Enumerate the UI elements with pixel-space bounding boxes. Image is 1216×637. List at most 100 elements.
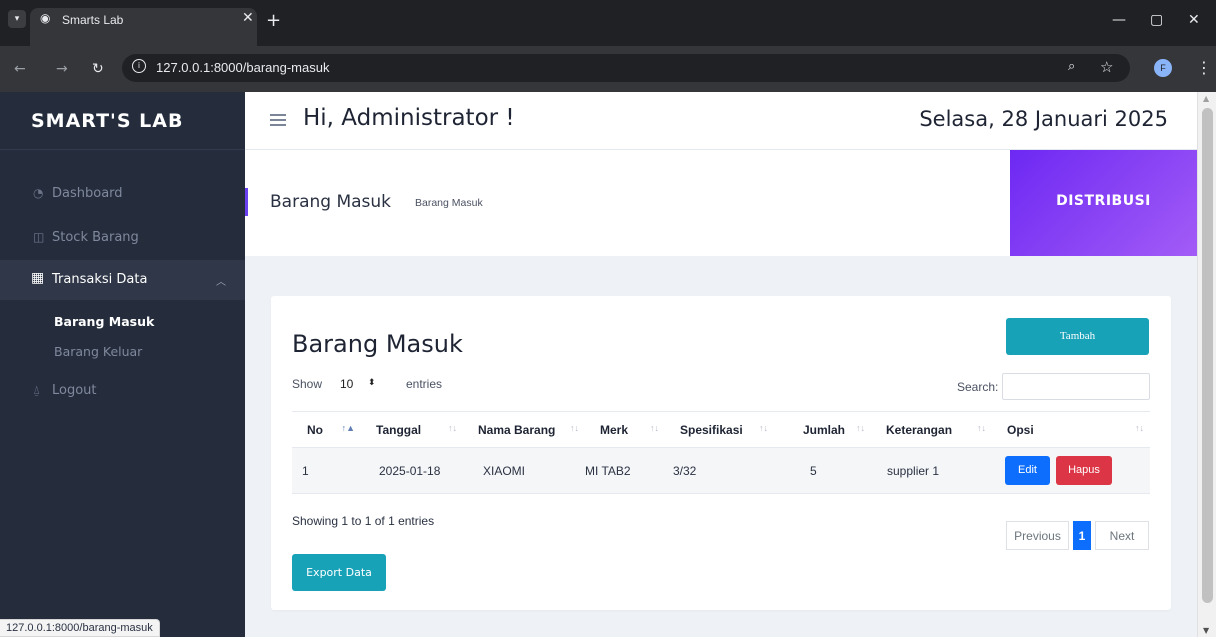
sidebar-item-transaksi-data[interactable]: ▦ Transaksi Data ︿ (0, 260, 245, 300)
previous-page-button[interactable]: Previous (1006, 521, 1069, 550)
current-date: Selasa, 28 Januari 2025 (919, 107, 1168, 131)
logout-icon: ⍙ (33, 383, 41, 397)
column-label: Opsi (1007, 422, 1034, 437)
sidebar-item-logout[interactable]: ⍙ Logout (0, 371, 245, 411)
sort-icon: ↑↓ (570, 423, 579, 433)
sidebar-item-dashboard[interactable]: ◔ Dashboard (0, 174, 245, 214)
show-label: Show (292, 377, 323, 391)
column-label: Jumlah (803, 422, 846, 437)
sidebar-item-label: Stock Barang (52, 230, 139, 245)
zoom-icon[interactable]: ⌕ (1068, 59, 1075, 74)
top-navbar: Hi, Administrator ! Selasa, 28 Januari 2… (245, 92, 1197, 150)
chevron-up-icon: ︿ (216, 277, 226, 288)
sidebar-item-label: Logout (52, 383, 97, 398)
column-header-keterangan[interactable]: Keterangan ↑↓ (871, 411, 992, 448)
page-1-button[interactable]: 1 (1073, 521, 1091, 550)
breadcrumb: Barang Masuk (415, 197, 483, 209)
column-label: Merk (600, 422, 629, 437)
sort-icon: ↑↓ (448, 423, 457, 433)
sort-icon: ↑↓ (759, 423, 768, 433)
entries-select-value: 10 (340, 377, 354, 391)
sidebar-item-stock-barang[interactable]: ◫ Stock Barang (0, 218, 245, 258)
column-header-jumlah[interactable]: Jumlah ↑↓ (774, 411, 871, 448)
column-header-spesifikasi[interactable]: Spesifikasi ↑↓ (665, 411, 774, 448)
entries-select[interactable]: 10 ⬍ (328, 374, 392, 396)
column-header-tanggal[interactable]: Tanggal ↑↓ (361, 411, 463, 448)
add-button[interactable]: Tambah (1006, 318, 1149, 355)
column-label: Spesifikasi (680, 422, 743, 437)
forward-icon[interactable]: → (56, 61, 68, 77)
site-info-icon[interactable]: i (132, 59, 146, 73)
cell-jumlah: 5 (774, 447, 871, 494)
page-title: Barang Masuk (270, 192, 392, 212)
profile-avatar[interactable]: F (1154, 59, 1172, 77)
table-row: 1 2025-01-18 XIAOMI MI TAB2 3/32 5 suppl… (292, 447, 1150, 494)
url-text[interactable]: 127.0.0.1:8000/barang-masuk (156, 60, 329, 75)
box-icon: ◫ (33, 230, 45, 244)
greeting-text: Hi, Administrator ! (303, 105, 515, 131)
status-bar-url: 127.0.0.1:8000/barang-masuk (0, 619, 160, 637)
table-info: Showing 1 to 1 of 1 entries (292, 514, 435, 528)
card-title: Barang Masuk (292, 330, 463, 358)
sidebar-item-label: Dashboard (52, 186, 123, 201)
search-label: Search: (957, 380, 999, 394)
new-tab-icon[interactable]: + (266, 10, 281, 31)
sidebar-item-label: Transaksi Data (52, 272, 148, 287)
sidebar: SMART'S LAB ◔ Dashboard ◫ Stock Barang ▦… (0, 92, 245, 637)
main-content: Hi, Administrator ! Selasa, 28 Januari 2… (245, 92, 1197, 637)
sort-icon: ↑↓ (977, 423, 986, 433)
column-header-opsi[interactable]: Opsi ↑↓ (992, 411, 1150, 448)
search-input[interactable] (1002, 373, 1150, 400)
browser-toolbar: ← → ↻ i 127.0.0.1:8000/barang-masuk ⌕ ☆ … (0, 46, 1216, 92)
column-label: No (307, 422, 323, 437)
back-icon[interactable]: ← (14, 61, 26, 77)
active-indicator (245, 188, 248, 216)
scroll-down-icon[interactable]: ▼ (1203, 626, 1209, 635)
distribusi-banner: DISTRIBUSI (1010, 150, 1197, 256)
reload-icon[interactable]: ↻ (92, 61, 104, 77)
select-arrows-icon: ⬍ (368, 377, 376, 387)
hamburger-menu-icon[interactable] (270, 114, 286, 126)
export-data-button[interactable]: Export Data (292, 554, 386, 591)
sidebar-subitem-barang-masuk[interactable]: Barang Masuk (54, 314, 154, 329)
next-page-button[interactable]: Next (1095, 521, 1149, 550)
scroll-up-icon[interactable]: ▲ (1203, 94, 1209, 103)
browser-menu-icon[interactable]: ⋮ (1196, 58, 1212, 77)
edit-button[interactable]: Edit (1005, 456, 1050, 485)
cell-no: 1 (292, 447, 361, 494)
vertical-scrollbar[interactable]: ▲ ▼ (1197, 92, 1216, 637)
page-viewport: SMART'S LAB ◔ Dashboard ◫ Stock Barang ▦… (0, 92, 1216, 637)
dashboard-icon: ◔ (33, 186, 44, 200)
close-window-icon[interactable]: ✕ (1188, 12, 1200, 28)
cell-nama-barang: XIAOMI (463, 447, 585, 494)
cell-opsi: Edit Hapus (992, 447, 1150, 494)
cell-tanggal: 2025-01-18 (361, 447, 463, 494)
restore-icon[interactable]: ▢ (1150, 12, 1163, 28)
tab-search-chevron-icon[interactable]: ▾ (8, 10, 26, 28)
brand-text: SMART'S LAB (31, 110, 184, 132)
browser-tab[interactable]: ◉ Smarts Lab ✕ (30, 8, 257, 46)
distribusi-label: DISTRIBUSI (1056, 193, 1151, 209)
column-label: Nama Barang (478, 422, 556, 437)
column-header-merk[interactable]: Merk ↑↓ (585, 411, 665, 448)
sort-icon: ↑↓ (1135, 423, 1144, 433)
bookmark-star-icon[interactable]: ☆ (1100, 58, 1113, 76)
browser-tab-bar: ▾ ◉ Smarts Lab ✕ + — ▢ ✕ (0, 0, 1216, 46)
page-header: Barang Masuk Barang Masuk DISTRIBUSI (245, 150, 1197, 256)
scrollbar-thumb[interactable] (1202, 108, 1213, 603)
minimize-icon[interactable]: — (1112, 12, 1126, 28)
column-header-no[interactable]: No ↑▲ (292, 411, 361, 448)
tab-title: Smarts Lab (62, 13, 124, 27)
data-table: No ↑▲ Tanggal ↑↓ Nama Barang ↑↓ Merk ↑↓ Spes… (292, 411, 1150, 494)
sort-asc-icon: ↑▲ (341, 423, 355, 433)
globe-icon: ◉ (40, 11, 51, 25)
address-bar[interactable]: i 127.0.0.1:8000/barang-masuk ⌕ ☆ (122, 54, 1130, 82)
brand-logo[interactable]: SMART'S LAB (0, 92, 245, 150)
column-label: Keterangan (886, 422, 953, 437)
table-icon: ▦ (31, 270, 45, 286)
close-tab-icon[interactable]: ✕ (242, 10, 254, 26)
column-header-nama-barang[interactable]: Nama Barang ↑↓ (463, 411, 585, 448)
sidebar-subitem-barang-keluar[interactable]: Barang Keluar (54, 344, 142, 359)
sort-icon: ↑↓ (856, 423, 865, 433)
delete-button[interactable]: Hapus (1056, 456, 1112, 485)
